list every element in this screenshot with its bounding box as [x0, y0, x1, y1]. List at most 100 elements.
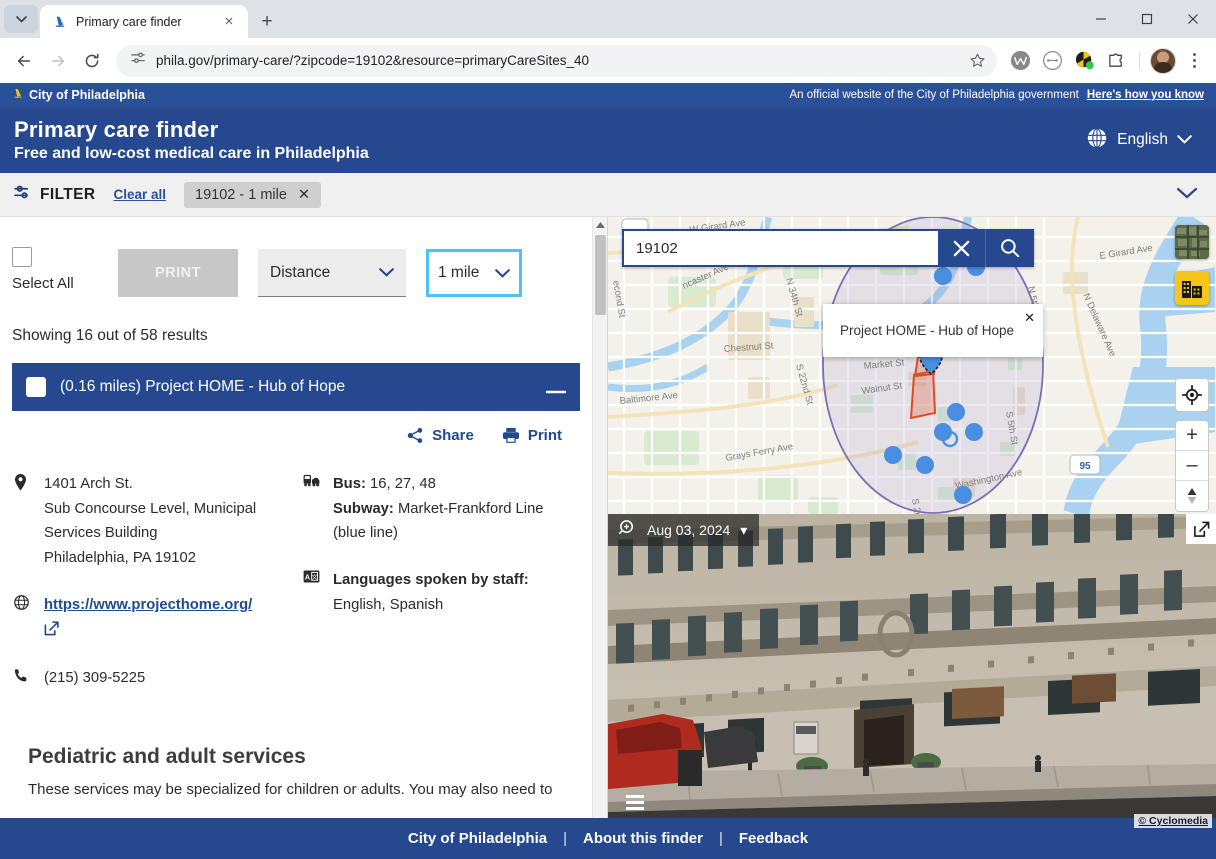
- magnifier-icon[interactable]: [618, 519, 637, 541]
- languages-text: Languages spoken by staff: English, Span…: [333, 568, 529, 617]
- map-search-bar[interactable]: 19102: [622, 229, 1034, 267]
- print-result-label: Print: [527, 427, 562, 444]
- subway-line-2: (blue line): [333, 525, 398, 542]
- zoom-in-button[interactable]: +: [1176, 421, 1208, 451]
- window-minimize-button[interactable]: [1078, 0, 1124, 38]
- filter-chip[interactable]: 19102 - 1 mile ✕: [184, 181, 322, 208]
- extension-w-icon[interactable]: [1005, 46, 1035, 76]
- languages-label: Languages spoken by staff:: [333, 572, 529, 589]
- profile-avatar[interactable]: [1148, 46, 1178, 76]
- filter-toggle[interactable]: FILTER: [14, 185, 96, 205]
- map-canvas[interactable]: 95 W Girard Ave E Girard Ave N Delaware …: [608, 217, 1216, 514]
- extension-circle-icon[interactable]: [1037, 46, 1067, 76]
- extension-color-icon[interactable]: [1069, 46, 1099, 76]
- filter-bar: FILTER Clear all 19102 - 1 mile ✕: [0, 173, 1216, 217]
- street-view-panel[interactable]: Aug 03, 2024 ▾ © Cyclomedia: [608, 514, 1216, 832]
- bus-label: Bus:: [333, 476, 366, 492]
- back-button[interactable]: [8, 45, 40, 77]
- scroll-up-arrow[interactable]: [593, 217, 607, 232]
- footer-link-city[interactable]: City of Philadelphia: [408, 830, 547, 847]
- result-details-right: Bus: 16, 27, 48 Subway: Market-Frankford…: [303, 472, 578, 713]
- map-search-submit-button[interactable]: [986, 229, 1034, 267]
- sliders-icon: [14, 185, 33, 205]
- result-card-header[interactable]: (0.16 miles) Project HOME - Hub of Hope: [12, 363, 580, 411]
- page-title: Primary care finder: [14, 117, 219, 142]
- gov-banner-brand: City of Philadelphia: [12, 87, 145, 104]
- reload-button[interactable]: [76, 45, 108, 77]
- map-popup-close-icon[interactable]: ✕: [1024, 310, 1035, 326]
- printer-icon: [502, 427, 520, 444]
- phone-icon: [14, 666, 32, 691]
- tab-close-icon[interactable]: ×: [218, 11, 240, 33]
- street-view-expand-button[interactable]: [1186, 514, 1216, 544]
- extension-puzzle-icon[interactable]: [1101, 46, 1131, 76]
- svg-text:95: 95: [1079, 461, 1091, 472]
- window-controls: [1078, 0, 1216, 38]
- clear-all-link[interactable]: Clear all: [114, 187, 167, 202]
- satellite-basemap-icon[interactable]: [1175, 225, 1209, 259]
- result-actions: Share Print: [0, 411, 592, 444]
- url-text[interactable]: phila.gov/primary-care/?zipcode=19102&re…: [156, 53, 953, 68]
- zoom-out-button[interactable]: –: [1176, 451, 1208, 481]
- gov-banner-notice: An official website of the City of Phila…: [790, 89, 1205, 101]
- new-tab-button[interactable]: +: [256, 10, 278, 32]
- street-view-date-control[interactable]: Aug 03, 2024 ▾: [608, 514, 760, 546]
- footer-link-about[interactable]: About this finder: [583, 830, 703, 847]
- filter-chip-label: 19102 - 1 mile: [195, 186, 287, 203]
- external-link-icon[interactable]: [44, 620, 252, 645]
- site-settings-icon[interactable]: [130, 50, 146, 71]
- share-button[interactable]: Share: [407, 427, 474, 444]
- select-all-control[interactable]: Select All: [12, 231, 98, 292]
- page-subtitle: Free and low-cost medical care in Philad…: [14, 145, 369, 162]
- hamburger-menu-icon[interactable]: [626, 795, 644, 810]
- map-search-clear-button[interactable]: [938, 229, 986, 267]
- forward-button[interactable]: [42, 45, 74, 77]
- website-link[interactable]: https://www.projecthome.org/: [44, 597, 252, 613]
- map-search-input[interactable]: 19102: [622, 229, 938, 267]
- globe-icon: [1086, 127, 1108, 154]
- window-maximize-button[interactable]: [1124, 0, 1170, 38]
- how-you-know-link[interactable]: Here's how you know: [1087, 89, 1204, 101]
- compass-icon[interactable]: [1176, 481, 1208, 511]
- sort-select[interactable]: Distance: [258, 249, 406, 297]
- bus-line: Bus: 16, 27, 48: [333, 472, 544, 497]
- subway-label: Subway:: [333, 500, 394, 517]
- street-view-credit[interactable]: © Cyclomedia: [1134, 814, 1212, 828]
- footer-separator-1: |: [563, 830, 567, 847]
- kebab-menu-icon[interactable]: [1180, 46, 1208, 76]
- footer-link-feedback[interactable]: Feedback: [739, 830, 808, 847]
- window-close-button[interactable]: [1170, 0, 1216, 38]
- chevron-down-icon[interactable]: ▾: [740, 522, 747, 539]
- map-marker-popup[interactable]: Project HOME - Hub of Hope ✕: [823, 304, 1043, 357]
- tab-search-button[interactable]: [4, 5, 38, 33]
- transit-block: Bus: 16, 27, 48 Subway: Market-Frankford…: [303, 472, 578, 546]
- result-details: 1401 Arch St. Sub Concourse Level, Munic…: [0, 444, 592, 713]
- results-scrollbar[interactable]: [592, 217, 607, 832]
- select-all-checkbox[interactable]: [12, 247, 32, 267]
- print-button[interactable]: PRINT: [118, 249, 238, 297]
- extension-icons: [1005, 46, 1208, 76]
- print-result-button[interactable]: Print: [502, 427, 562, 444]
- language-selector[interactable]: English: [1086, 127, 1202, 154]
- map-zoom-controls[interactable]: + –: [1175, 420, 1209, 512]
- result-checkbox[interactable]: [26, 377, 46, 397]
- filter-expand-button[interactable]: [1176, 186, 1202, 204]
- buildings-icon[interactable]: [1175, 271, 1209, 305]
- transit-text: Bus: 16, 27, 48 Subway: Market-Frankford…: [333, 472, 544, 546]
- browser-tab[interactable]: Primary care finder ×: [40, 5, 248, 38]
- minus-icon[interactable]: [545, 376, 567, 398]
- footer-separator-2: |: [718, 830, 723, 847]
- chevron-down-icon: [379, 265, 394, 280]
- website-block: https://www.projecthome.org/: [14, 593, 289, 644]
- distance-select[interactable]: 1 mile: [426, 249, 522, 297]
- site-header: Primary care finder Free and low-cost me…: [0, 107, 1216, 173]
- locate-me-icon[interactable]: [1175, 378, 1209, 412]
- liberty-bell-icon: [12, 87, 24, 104]
- address-bar[interactable]: phila.gov/primary-care/?zipcode=19102&re…: [116, 44, 997, 77]
- scrollbar-thumb[interactable]: [595, 235, 606, 315]
- map-pin-icon: [14, 472, 32, 571]
- close-x-icon[interactable]: ✕: [298, 187, 310, 203]
- bookmark-star-icon[interactable]: [963, 47, 991, 75]
- browser-tab-bar: Primary care finder × +: [0, 0, 1216, 38]
- languages-icon: A文: [303, 568, 321, 617]
